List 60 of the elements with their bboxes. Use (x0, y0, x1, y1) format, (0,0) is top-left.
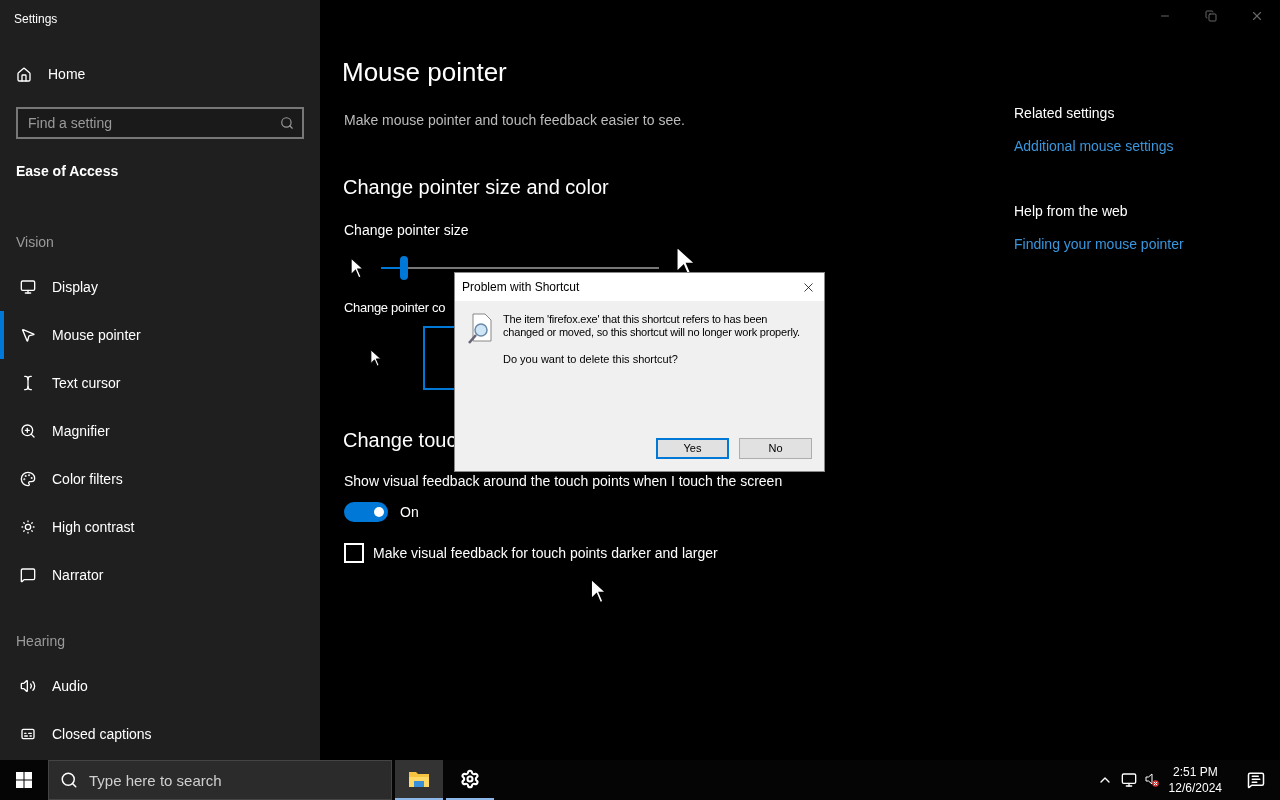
setting-label: Change pointer size (344, 221, 469, 240)
sidebar-item[interactable]: Closed captions (0, 710, 320, 758)
page-title: Mouse pointer (342, 56, 507, 89)
dialog-title: Problem with Shortcut (462, 279, 580, 296)
sun-icon (20, 519, 36, 535)
notification-icon (1247, 771, 1265, 789)
section-heading: Change touc (343, 427, 457, 453)
toggle-switch[interactable] (344, 502, 388, 522)
home-icon (16, 66, 32, 83)
document-search-icon (467, 313, 493, 345)
checkbox[interactable] (344, 543, 364, 563)
close-icon (1250, 9, 1264, 23)
setting-label: Change pointer co (344, 299, 446, 317)
sidebar-item[interactable]: Mouse pointer (0, 311, 320, 359)
sidebar-item[interactable]: Text cursor (0, 359, 320, 407)
dialog-question: Do you want to delete this shortcut? (503, 352, 679, 367)
related-link[interactable]: Finding your mouse pointer (1014, 234, 1184, 255)
checkbox-label: Make visual feedback for touch points darker and larger (373, 543, 718, 563)
speech-bubble-icon (20, 567, 36, 583)
taskbar-app[interactable] (395, 760, 443, 800)
search-icon (280, 116, 294, 130)
speaker-muted-icon (1144, 773, 1159, 787)
speaker-icon (20, 678, 36, 694)
gear-icon (460, 769, 480, 789)
dialog-button[interactable]: No (739, 438, 812, 459)
dialog-message: The item 'firefox.exe' that this shortcut refers to has been changed or moved, so this shortcut will no longer work properly. (503, 313, 801, 339)
sidebar-item[interactable]: Audio (0, 662, 320, 710)
palette-icon (20, 471, 36, 487)
dialog-button[interactable]: Yes (656, 438, 729, 459)
sidebar-item[interactable]: Magnifier (0, 407, 320, 455)
monitor-icon (20, 279, 36, 295)
related-heading: Help from the web (1014, 202, 1128, 221)
group-heading: Vision (16, 233, 54, 252)
captions-icon (20, 726, 36, 742)
sidebar-item[interactable]: Color filters (0, 455, 320, 503)
group-heading: Hearing (16, 632, 66, 651)
magnifier-icon (20, 423, 36, 439)
restore-icon (1205, 10, 1217, 22)
slider-thumb[interactable] (399, 256, 408, 280)
folder-icon (408, 770, 430, 788)
mouse-pointer-icon (20, 327, 36, 343)
home-link[interactable]: Home (16, 64, 86, 85)
arrow-pointer-icon (370, 348, 383, 367)
page-description: Make mouse pointer and touch feedback easier to see. (344, 111, 685, 130)
clock-time: 2:51 PM (1172, 764, 1218, 780)
sidebar-item[interactable]: High contrast (0, 503, 320, 551)
clock-date: 12/6/2024 (1168, 780, 1222, 796)
related-link[interactable]: Additional mouse settings (1014, 136, 1174, 157)
sidebar-item[interactable]: Narrator (0, 551, 320, 599)
sidebar-item[interactable]: Display (0, 263, 320, 311)
category-heading: Ease of Access (16, 162, 119, 181)
windows-icon (16, 772, 32, 788)
section-heading: Change pointer size and color (343, 175, 609, 200)
search-icon (60, 771, 78, 789)
window-title: Settings (14, 11, 58, 28)
search-field[interactable]: Find a setting (16, 107, 304, 139)
setting-label: Show visual feedback around the touch points when I touch the screen (344, 471, 783, 491)
related-heading: Related settings (1014, 104, 1115, 123)
toggle-label: On (400, 502, 419, 522)
taskbar-search-field[interactable]: Type here to search (48, 760, 392, 800)
